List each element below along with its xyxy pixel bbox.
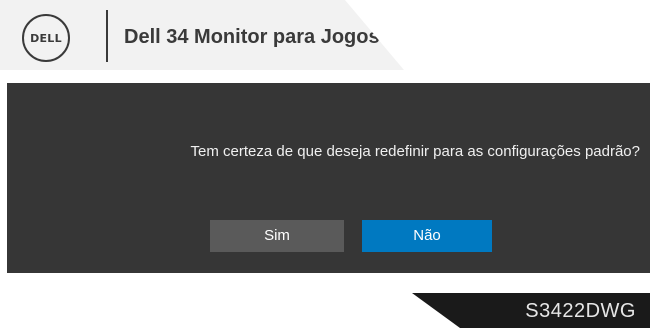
reset-confirm-dialog: Tem certeza de que deseja redefinir para…	[7, 83, 650, 273]
yes-button[interactable]: Sim	[210, 220, 344, 252]
dialog-message: Tem certeza de que deseja redefinir para…	[190, 143, 640, 160]
header-tab: DELL Dell 34 Monitor para Jogos	[0, 0, 404, 70]
page-title: Dell 34 Monitor para Jogos	[124, 26, 380, 48]
no-button[interactable]: Não	[362, 220, 492, 252]
header-divider	[106, 10, 108, 62]
logo-text: DELL	[30, 31, 62, 45]
model-name: S3422DWG	[525, 300, 636, 322]
dell-logo-icon: DELL	[22, 14, 70, 62]
model-tab: S3422DWG	[412, 293, 650, 328]
